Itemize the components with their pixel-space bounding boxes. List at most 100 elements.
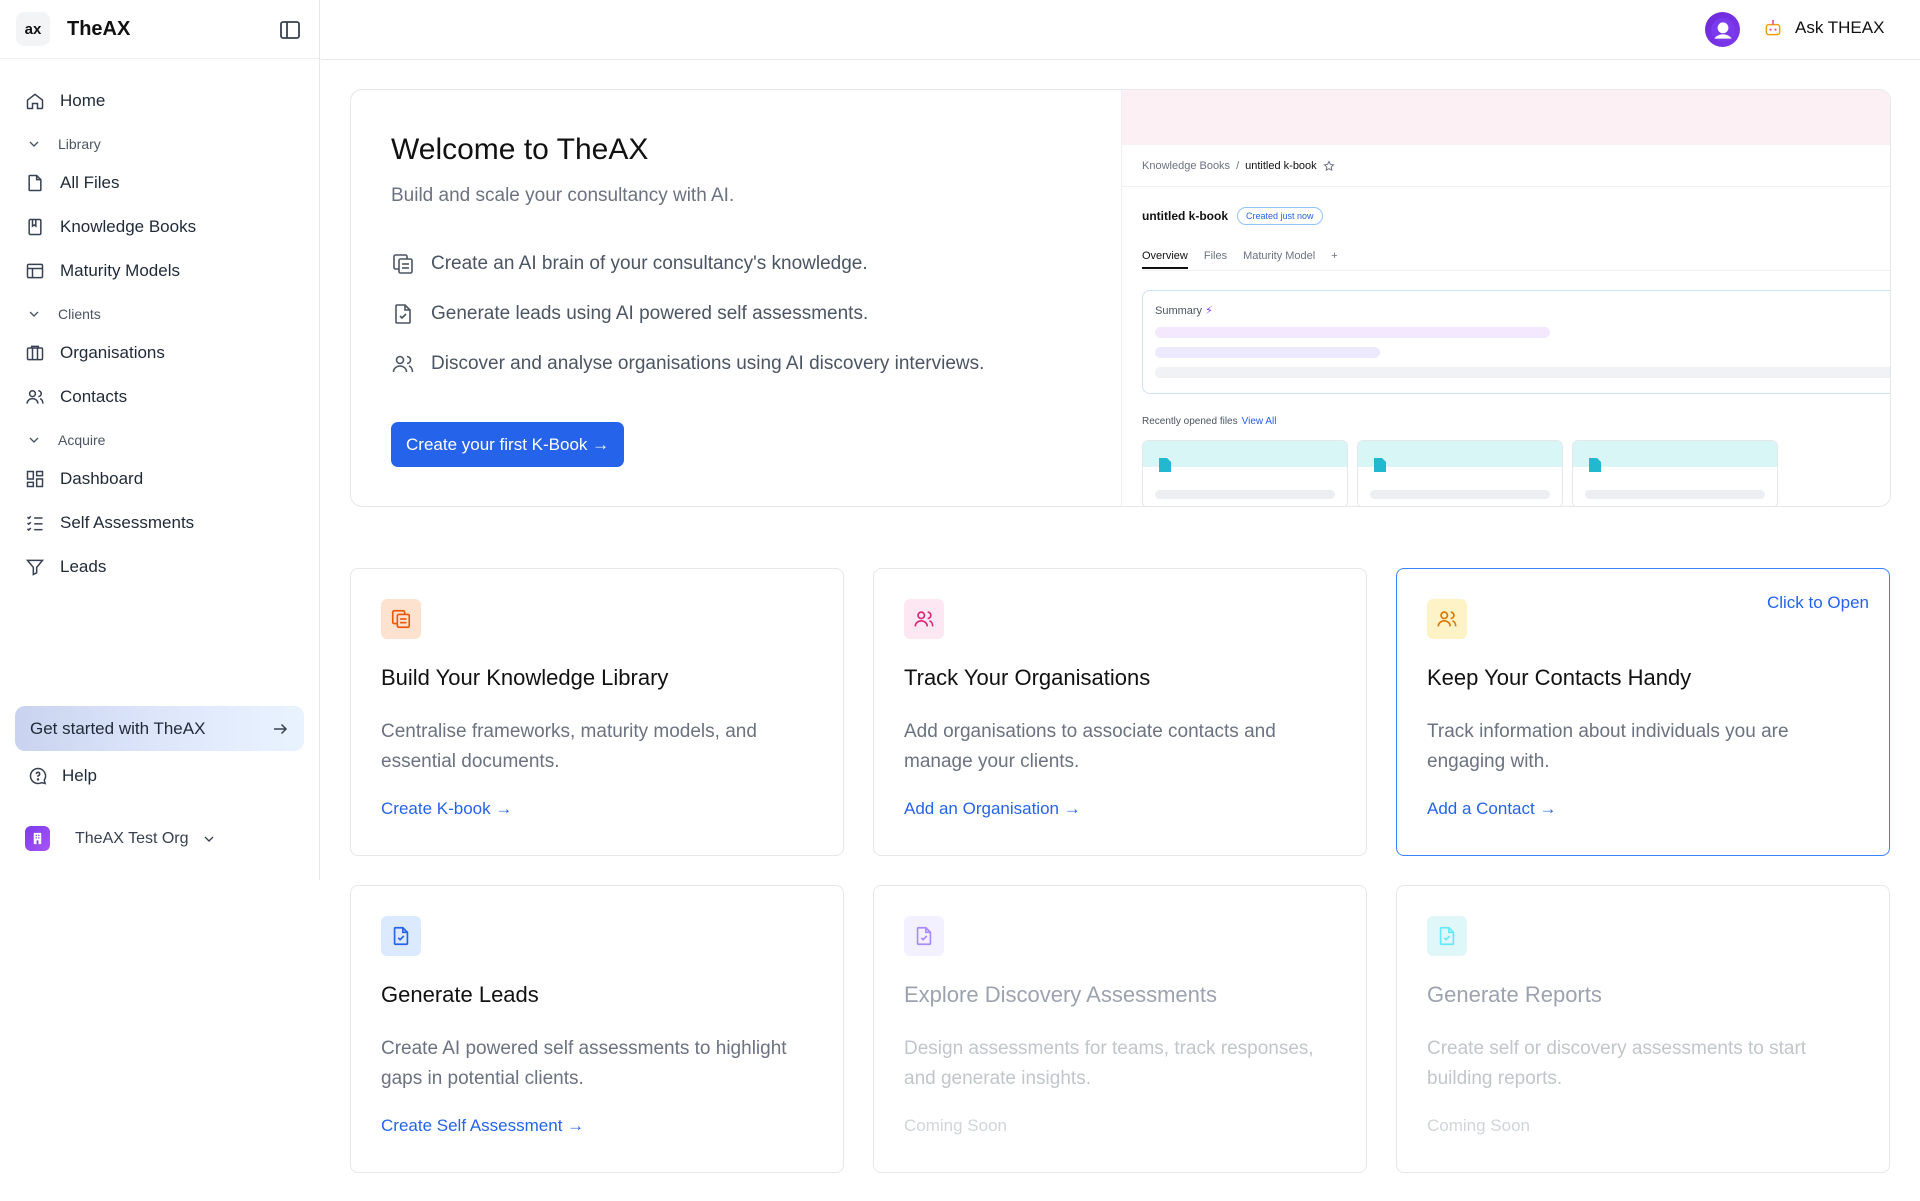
users-icon [1427,599,1467,639]
breadcrumb-current: untitled k-book [1245,160,1317,172]
summary-label: Summary ⚡ [1155,305,1213,317]
coming-soon-label: Coming Soon [1427,1116,1531,1135]
feature-text: Generate leads using AI powered self ass… [431,303,869,324]
get-started-label: Get started with TheAX [30,718,206,738]
sidebar-item-label: Maturity Models [60,261,180,280]
building-icon [26,345,44,361]
breadcrumb-separator: / [1236,160,1240,172]
skeleton-line [1155,367,1890,378]
file-card [1357,440,1563,506]
tab-overview: Overview [1142,250,1188,269]
card-generate-leads[interactable]: Generate Leads Create AI powered self as… [350,885,844,1173]
file-icon [1159,458,1171,472]
welcome-card: Welcome to TheAX Build and scale your co… [350,89,1891,507]
users-icon [904,599,944,639]
card-description: Create self or discovery assessments to … [1427,1038,1807,1089]
card-discovery-assessments: Explore Discovery Assessments Design ass… [873,885,1367,1173]
chevron-down-icon [29,311,39,317]
card-title: Explore Discovery Assessments [904,982,1217,1007]
welcome-title: Welcome to TheAX [391,133,649,166]
create-self-assessment-link[interactable]: Create Self Assessment → [381,1116,584,1136]
filter-icon [25,559,45,576]
get-started-button[interactable]: Get started with TheAX [15,706,304,751]
card-title: Generate Leads [381,982,539,1007]
star-icon [1323,160,1335,172]
feature-item: Discover and analyse organisations using… [391,352,984,376]
card-description: Create AI powered self assessments to hi… [381,1038,787,1089]
card-organisations[interactable]: Track Your Organisations Add organisatio… [873,568,1367,856]
view-all-link: View All [1241,416,1277,427]
sidebar-item-label: Leads [60,557,107,576]
card-contacts[interactable]: Click to Open Keep Your Contacts Handy T… [1396,568,1890,856]
sidebar-item-label: Knowledge Books [60,217,197,236]
click-to-open-link[interactable]: Click to Open [1767,593,1869,613]
file-icon [28,174,42,192]
tab-maturity-model: Maturity Model [1243,250,1316,262]
org-switcher[interactable]: TheAX Test Org [25,826,217,851]
summary-panel: Summary ⚡ [1142,290,1890,394]
add-contact-link[interactable]: Add a Contact → [1427,799,1556,819]
section-acquire[interactable]: Acquire [0,423,319,457]
sidebar-item-label: Organisations [60,343,165,362]
create-kbook-link[interactable]: Create K-book → [381,799,512,819]
sidebar-item-label: Home [60,91,106,110]
sidebar-item-label: Dashboard [60,469,144,488]
sidebar-item-self-assessments[interactable]: Self Assessments [0,501,319,545]
created-badge: Created just now [1237,207,1323,225]
section-clients[interactable]: Clients [0,297,319,331]
kbook-preview: Knowledge Books / untitled k-book untitl… [1121,90,1890,506]
file-check-icon [395,304,411,324]
breadcrumb: Knowledge Books / untitled k-book [1142,160,1335,172]
book-icon [28,218,42,236]
card-description: Design assessments for teams, track resp… [904,1038,1314,1089]
card-title: Track Your Organisations [904,665,1151,690]
feature-text: Create an AI brain of your consultancy's… [431,253,868,274]
file-check-icon [381,916,421,956]
preview-title: untitled k-book Created just now [1142,207,1323,225]
sidebar-item-home[interactable]: Home [0,79,319,123]
card-description: Centralise frameworks, maturity models, … [381,721,757,772]
sidebar: ax TheAX Home Library All Files Knowledg… [0,0,320,880]
sidebar-item-organisations[interactable]: Organisations [0,331,319,375]
sidebar-item-all-files[interactable]: All Files [0,161,319,205]
feature-text: Discover and analyse organisations using… [431,353,985,374]
brand-name[interactable]: TheAX [67,18,130,41]
robot-icon [1765,19,1781,36]
table-icon [26,263,44,279]
ask-theax-button[interactable]: Ask THEAX [1763,18,1884,38]
divider [1142,270,1890,271]
arrow-right-icon [274,723,288,734]
file-icon [1589,458,1601,472]
sidebar-item-label: Contacts [60,387,128,406]
preview-title-text: untitled k-book [1142,209,1228,223]
users-icon [392,355,414,373]
create-kbook-button[interactable]: Create your first K-Book → [391,422,625,467]
preview-tabs: Overview Files Maturity Model + [1142,250,1338,269]
user-icon [1710,17,1735,42]
sidebar-item-maturity-models[interactable]: Maturity Models [0,249,319,293]
user-avatar[interactable] [1705,12,1740,47]
topbar [321,0,1920,60]
dashboard-icon [26,470,44,488]
help-link[interactable]: Help [28,766,97,786]
section-library[interactable]: Library [0,127,319,161]
add-organisation-link[interactable]: Add an Organisation → [904,799,1081,819]
brand: ax TheAX [0,0,319,59]
feature-item: Create an AI brain of your consultancy's… [391,252,868,276]
sidebar-item-dashboard[interactable]: Dashboard [0,457,319,501]
sidebar-item-knowledge-books[interactable]: Knowledge Books [0,205,319,249]
ask-theax-label: Ask THEAX [1795,18,1885,37]
sidebar-item-leads[interactable]: Leads [0,545,319,589]
card-description: Track information about individuals you … [1427,721,1789,772]
chevron-down-icon [29,141,39,147]
card-knowledge-library[interactable]: Build Your Knowledge Library Centralise … [350,568,844,856]
card-title: Generate Reports [1427,982,1602,1007]
coming-soon-label: Coming Soon [904,1116,1008,1135]
sidebar-toggle-icon[interactable] [278,18,304,42]
brand-logo[interactable]: ax [16,12,50,46]
skeleton-line [1155,347,1380,358]
divider [1122,186,1890,187]
section-label: Acquire [58,432,106,448]
sidebar-item-contacts[interactable]: Contacts [0,375,319,419]
add-tab-icon: + [1331,250,1338,262]
